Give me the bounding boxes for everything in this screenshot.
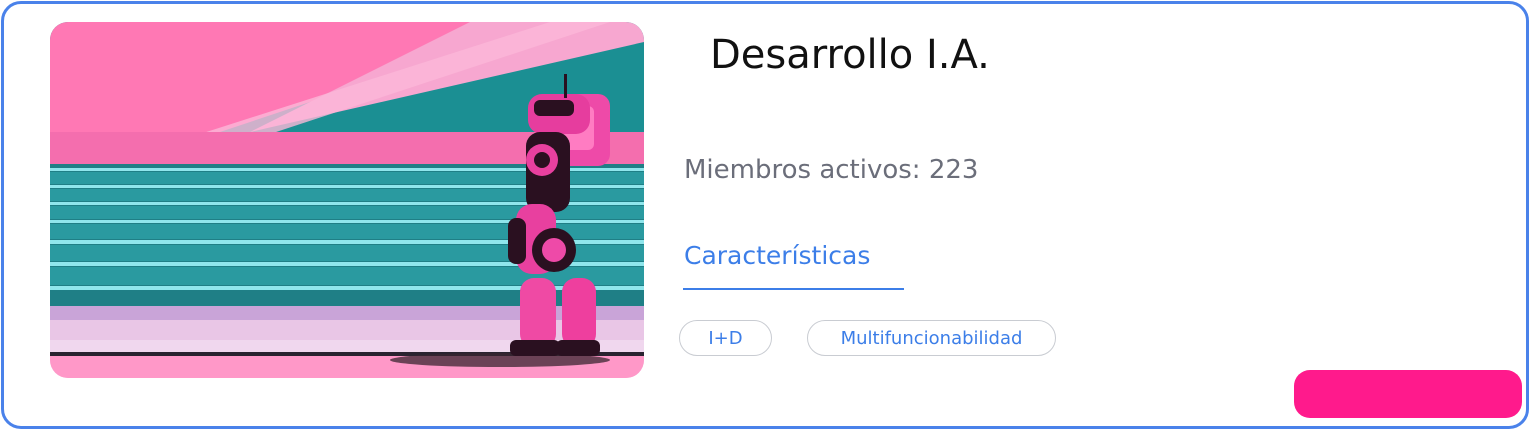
card-image <box>50 22 644 378</box>
community-title: Desarrollo I.A. <box>710 32 990 78</box>
active-members-count: 223 <box>928 155 979 185</box>
tab-caracteristicas-label: Características <box>684 241 871 270</box>
tab-caracteristicas[interactable]: Características <box>683 238 904 290</box>
active-members: Miembros activos: 223 <box>684 155 978 185</box>
tag-chip[interactable]: Multifuncionabilidad <box>807 320 1056 356</box>
tag-chip[interactable]: I+D <box>679 320 772 356</box>
join-button[interactable] <box>1294 370 1522 418</box>
robot-illustration <box>50 22 644 378</box>
community-card: Desarrollo I.A. Miembros activos: 223 Ca… <box>1 1 1529 429</box>
active-members-label: Miembros activos: <box>684 155 929 185</box>
